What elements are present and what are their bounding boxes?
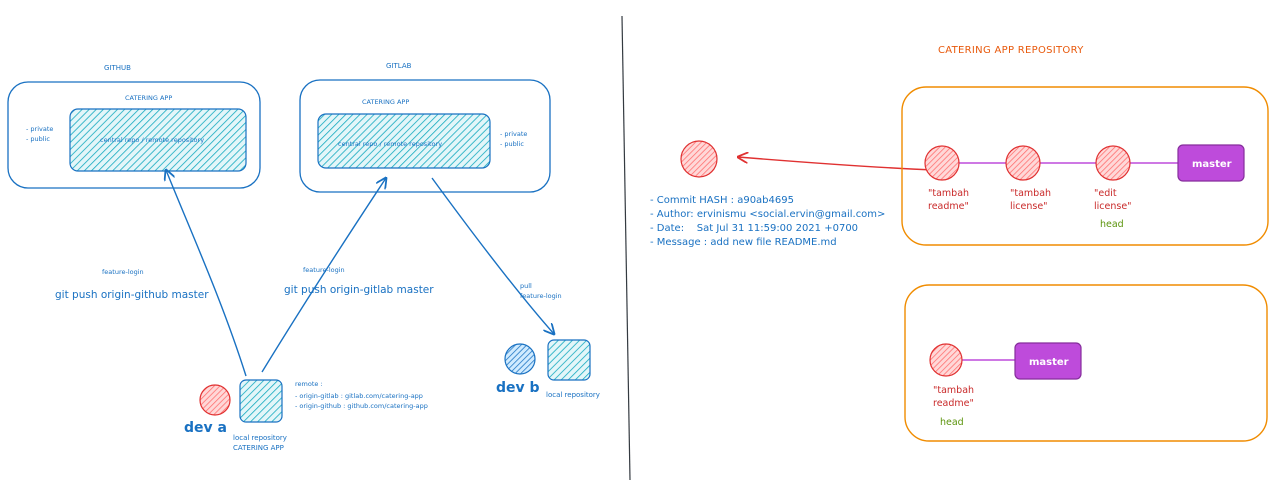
commit-message: - Message : add new file README.md <box>650 237 837 248</box>
repo-1-commit-1 <box>924 145 960 181</box>
github-repo-name: CATERING APP <box>125 94 172 102</box>
github-visibility-public: - public <box>26 135 50 143</box>
repo-1-commit-2 <box>1005 145 1041 181</box>
repo-2-head-label: head <box>940 417 964 428</box>
push-gitlab-arrow <box>261 178 386 373</box>
dev-a-repo-line1: local repository <box>233 434 287 442</box>
repo-1-commit-3-label-2: license" <box>1094 201 1132 212</box>
push-github-arrow <box>166 170 247 377</box>
dev-a-name: dev a <box>184 420 227 436</box>
dev-b-repo-label: local repository <box>546 391 600 399</box>
pull-action: pull <box>520 282 532 290</box>
dev-a-local-repo <box>239 379 283 423</box>
gitlab-central-repo-label: central repo / remote repository <box>338 140 442 148</box>
dev-a-remote-title: remote : <box>295 380 323 388</box>
commit-detail-node <box>680 140 718 178</box>
gitlab-title: GITLAB <box>386 62 412 70</box>
pull-branch: feature-login <box>520 292 562 300</box>
repo-2-commit-1-label-2: readme" <box>933 398 974 409</box>
repo-2-master-label: master <box>1029 357 1069 368</box>
dev-b-local-repo <box>547 339 591 381</box>
github-visibility-private: - private <box>26 125 53 133</box>
repo-1-commit-2-label-2: license" <box>1010 201 1048 212</box>
commit-date: - Date: Sat Jul 31 11:59:00 2021 +0700 <box>650 223 858 234</box>
gitlab-repo-name: CATERING APP <box>362 98 409 106</box>
dev-a-repo-line2: CATERING APP <box>233 444 284 452</box>
commit-author: - Author: ervinismu <social.ervin@gmail.… <box>650 209 885 220</box>
commit-hash: - Commit HASH : a90ab4695 <box>650 195 794 206</box>
repository-title: CATERING APP REPOSITORY <box>938 45 1084 56</box>
section-divider <box>621 15 631 481</box>
gitlab-visibility-public: - public <box>500 140 524 148</box>
gitlab-visibility-private: - private <box>500 130 527 138</box>
repo-1-master-label: master <box>1192 159 1232 170</box>
dev-b-name: dev b <box>496 380 540 396</box>
pull-arrow <box>431 177 554 334</box>
repo-1-head-label: head <box>1100 219 1124 230</box>
github-title: GITHUB <box>104 64 131 72</box>
repo-1-commit-3 <box>1095 145 1131 181</box>
push-github-command: git push origin-github master <box>55 289 209 301</box>
dev-a-remote-gitlab: - origin-gitlab : gitlab.com/catering-ap… <box>295 392 423 400</box>
github-central-repo-label: central repo / remote repository <box>100 136 204 144</box>
dev-a-remote-github: - origin-github : github.com/catering-ap… <box>295 402 428 410</box>
dev-a-avatar <box>199 384 231 416</box>
push-gitlab-command: git push origin-gitlab master <box>284 284 434 296</box>
dev-b-avatar <box>504 343 536 375</box>
push-github-branch: feature-login <box>102 268 144 276</box>
repo-1-commit-1-label-1: "tambah <box>928 188 969 199</box>
repo-1-commit-2-label-1: "tambah <box>1010 188 1051 199</box>
repo-1-commit-1-label-2: readme" <box>928 201 969 212</box>
repo-1-commit-3-label-1: "edit <box>1094 188 1117 199</box>
repo-2-commit-1 <box>929 343 963 377</box>
push-gitlab-branch: feature-login <box>303 266 345 274</box>
repo-2-commit-1-label-1: "tambah <box>933 385 974 396</box>
commit-detail-arrow <box>738 157 937 171</box>
diagram-canvas: GITHUB CATERING APP central repo / remot… <box>7 15 1269 481</box>
